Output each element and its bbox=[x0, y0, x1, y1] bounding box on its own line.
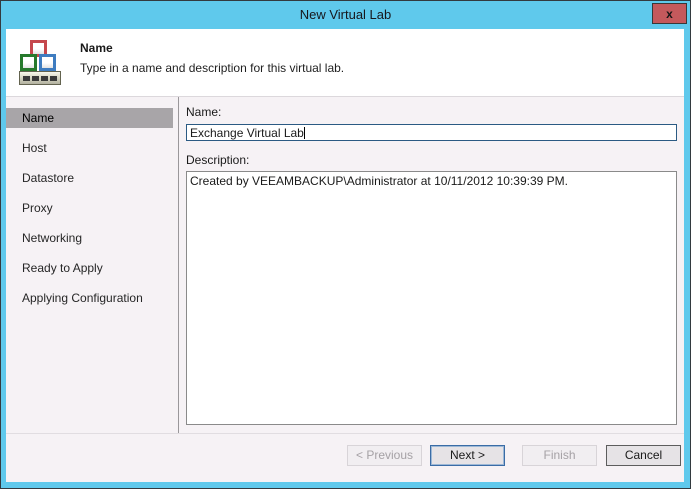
step-content: Name: Exchange Virtual Lab Description: … bbox=[179, 97, 684, 433]
cancel-button[interactable]: Cancel bbox=[606, 444, 681, 466]
title-bar[interactable]: New Virtual Lab x bbox=[1, 1, 690, 28]
sidebar-item-networking[interactable]: Networking bbox=[6, 223, 178, 253]
description-value: Created by VEEAMBACKUP\Administrator at … bbox=[190, 174, 568, 188]
close-button[interactable]: x bbox=[652, 3, 687, 24]
sidebar-item-ready-to-apply[interactable]: Ready to Apply bbox=[6, 253, 178, 283]
next-button[interactable]: Next > bbox=[430, 444, 505, 466]
text-caret bbox=[303, 126, 305, 139]
description-field-label: Description: bbox=[186, 153, 250, 167]
description-textarea[interactable]: Created by VEEAMBACKUP\Administrator at … bbox=[186, 171, 677, 425]
wizard-steps-sidebar: Name Host Datastore Proxy Networking Rea… bbox=[6, 97, 179, 433]
sidebar-item-name[interactable]: Name bbox=[6, 108, 173, 128]
previous-button[interactable]: < Previous bbox=[347, 444, 422, 466]
wizard-header: Name Type in a name and description for … bbox=[6, 29, 684, 97]
sidebar-item-datastore[interactable]: Datastore bbox=[6, 163, 178, 193]
sidebar-item-applying-configuration[interactable]: Applying Configuration bbox=[6, 283, 178, 313]
name-input-value: Exchange Virtual Lab bbox=[190, 125, 304, 140]
step-title: Name bbox=[80, 41, 113, 55]
name-field-label: Name: bbox=[186, 105, 222, 119]
blue-vm-square-icon bbox=[39, 54, 56, 71]
step-subtitle: Type in a name and description for this … bbox=[80, 61, 345, 75]
wizard-buttons: < Previous Next > Finish Cancel bbox=[6, 434, 684, 482]
window-title: New Virtual Lab bbox=[299, 7, 392, 22]
name-input[interactable]: Exchange Virtual Lab bbox=[186, 124, 677, 141]
network-hub-icon bbox=[19, 71, 61, 85]
green-vm-square-icon bbox=[20, 54, 37, 71]
finish-button[interactable]: Finish bbox=[522, 444, 597, 466]
sidebar-item-host[interactable]: Host bbox=[6, 133, 178, 163]
close-icon: x bbox=[666, 6, 673, 21]
new-virtual-lab-dialog: New Virtual Lab x Name Type in a name an… bbox=[0, 0, 691, 489]
sidebar-item-proxy[interactable]: Proxy bbox=[6, 193, 178, 223]
client-area: Name Type in a name and description for … bbox=[6, 29, 684, 482]
virtual-lab-icon bbox=[19, 39, 61, 87]
